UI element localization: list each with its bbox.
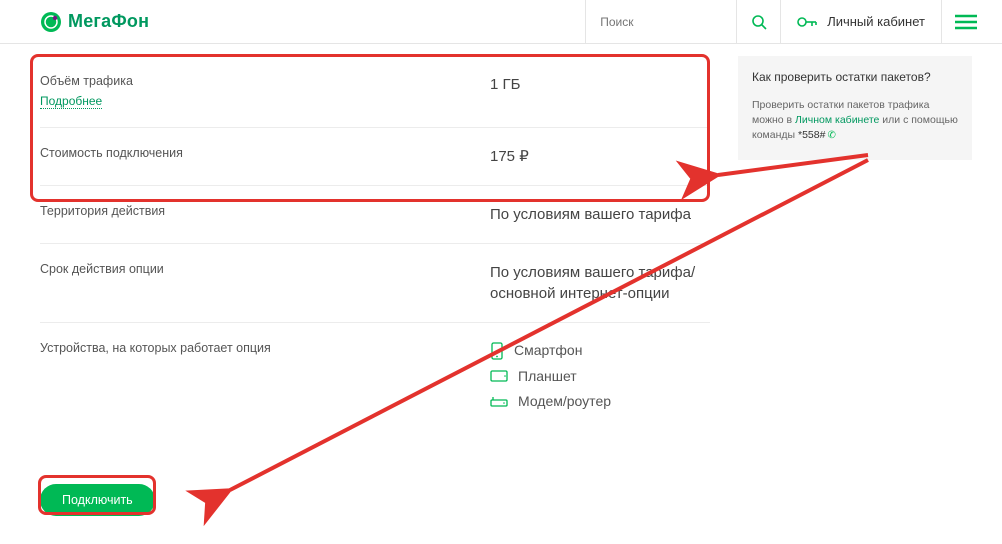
sidebar-title: Как проверить остатки пакетов? bbox=[752, 70, 958, 84]
connect-area: Подключить bbox=[40, 484, 155, 516]
smartphone-icon bbox=[490, 342, 504, 360]
duration-label: Срок действия опции bbox=[40, 262, 490, 276]
cost-value: 175 ₽ bbox=[490, 146, 710, 167]
brand-name: МегаФон bbox=[68, 11, 149, 32]
device-smartphone: Смартфон bbox=[490, 341, 710, 361]
sidebar-text: Проверить остатки пакетов трафика можно … bbox=[752, 98, 958, 144]
row-duration: Срок действия опции По условиям вашего т… bbox=[40, 244, 710, 323]
devices-list: Смартфон Планшет Модем/роутер bbox=[490, 341, 710, 412]
row-devices: Устройства, на которых работает опция См… bbox=[40, 323, 710, 430]
sidebar-help: Как проверить остатки пакетов? Проверить… bbox=[738, 56, 972, 160]
duration-value: По условиям вашего тарифа/основной интер… bbox=[490, 262, 710, 304]
device-modem: Модем/роутер bbox=[490, 392, 710, 412]
search-input[interactable] bbox=[586, 0, 736, 43]
logo[interactable]: МегаФон bbox=[40, 11, 149, 33]
option-details: Объём трафика Подробнее 1 ГБ Стоимость п… bbox=[40, 56, 710, 430]
traffic-label: Объём трафика bbox=[40, 74, 133, 88]
devices-label: Устройства, на которых работает опция bbox=[40, 341, 490, 355]
search-button[interactable] bbox=[737, 0, 781, 43]
phone-icon: ✆ bbox=[827, 130, 835, 141]
traffic-label-cell: Объём трафика Подробнее bbox=[40, 74, 490, 109]
hamburger-icon bbox=[955, 14, 977, 30]
key-icon bbox=[797, 15, 817, 29]
search-box bbox=[585, 0, 737, 43]
modem-icon bbox=[490, 396, 508, 408]
personal-account-label: Личный кабинет bbox=[827, 14, 925, 29]
device-tablet: Планшет bbox=[490, 367, 710, 387]
connect-button[interactable]: Подключить bbox=[40, 484, 155, 516]
sidebar-lk-link[interactable]: Личном кабинете bbox=[795, 114, 879, 126]
territory-value: По условиям вашего тарифа bbox=[490, 204, 710, 225]
device-smartphone-label: Смартфон bbox=[514, 341, 582, 361]
header: МегаФон Личный кабинет bbox=[0, 0, 1002, 44]
device-modem-label: Модем/роутер bbox=[518, 392, 611, 412]
sidebar-cmd: *558# bbox=[798, 129, 825, 141]
menu-button[interactable] bbox=[942, 0, 990, 43]
tablet-icon bbox=[490, 369, 508, 383]
personal-account-link[interactable]: Личный кабинет bbox=[781, 0, 942, 43]
logo-icon bbox=[40, 11, 62, 33]
row-cost: Стоимость подключения 175 ₽ bbox=[40, 128, 710, 186]
traffic-value: 1 ГБ bbox=[490, 74, 710, 95]
cost-label: Стоимость подключения bbox=[40, 146, 490, 160]
row-territory: Территория действия По условиям вашего т… bbox=[40, 186, 710, 244]
search-icon bbox=[751, 14, 767, 30]
territory-label: Территория действия bbox=[40, 204, 490, 218]
device-tablet-label: Планшет bbox=[518, 367, 577, 387]
row-traffic: Объём трафика Подробнее 1 ГБ bbox=[40, 56, 710, 128]
more-link[interactable]: Подробнее bbox=[40, 94, 102, 109]
